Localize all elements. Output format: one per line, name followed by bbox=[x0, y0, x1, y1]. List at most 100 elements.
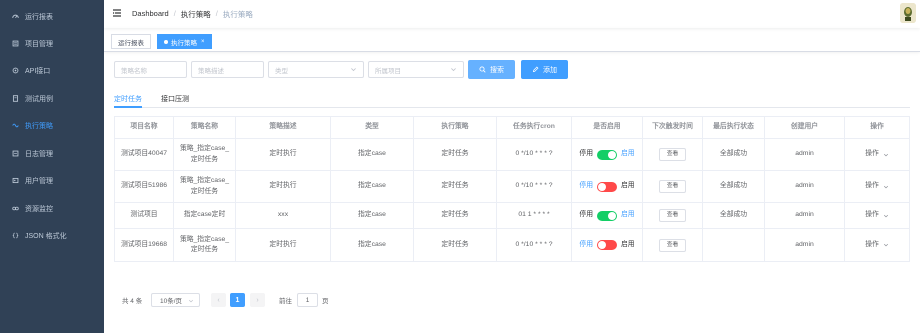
ops-dropdown[interactable]: 操作 bbox=[865, 149, 889, 159]
enable-switch[interactable] bbox=[597, 210, 617, 221]
enable-switch[interactable] bbox=[597, 240, 617, 250]
view-button[interactable]: 查看 bbox=[659, 148, 686, 161]
add-button[interactable]: 添加 bbox=[521, 60, 568, 79]
navbar: Dashboard / 执行策略 / 执行策略 bbox=[104, 0, 920, 28]
header-cell: 最后执行状态 bbox=[703, 117, 765, 138]
testcase-icon bbox=[10, 95, 20, 102]
next-cell: 查看 bbox=[643, 203, 703, 228]
tabs: 定时任务 接口压测 bbox=[114, 92, 910, 108]
enable-switch[interactable] bbox=[597, 181, 617, 192]
enabled-cell: 停用 启用 bbox=[572, 203, 643, 228]
sidebar-item-log[interactable]: 日志管理 bbox=[0, 140, 104, 167]
strategy-desc-input[interactable]: 策略描述 bbox=[191, 61, 264, 78]
user-cell: admin bbox=[765, 229, 845, 261]
switch-on-label: 启用 bbox=[621, 211, 635, 219]
json-icon bbox=[10, 232, 20, 239]
breadcrumb-separator: / bbox=[215, 9, 218, 18]
sidebar-item-report[interactable]: 运行报表 bbox=[0, 3, 104, 30]
sidebar-item-testcase[interactable]: 测试用例 bbox=[0, 85, 104, 112]
view-button[interactable]: 查看 bbox=[659, 209, 686, 222]
strategy-table: 项目名称 策略名称 策略描述 类型 执行策略 任务执行cron 是否启用 下次触… bbox=[114, 116, 910, 262]
view-button[interactable]: 查看 bbox=[659, 180, 686, 193]
enable-switch[interactable] bbox=[597, 149, 617, 160]
sidebar-item-json[interactable]: JSON 格式化 bbox=[0, 222, 104, 249]
placeholder: 策略名称 bbox=[121, 67, 147, 75]
breadcrumb: Dashboard / 执行策略 / 执行策略 bbox=[132, 9, 253, 20]
header-cell: 创建用户 bbox=[765, 117, 845, 138]
ops-dropdown[interactable]: 操作 bbox=[865, 240, 889, 250]
prev-page-button[interactable]: ‹ bbox=[211, 293, 226, 307]
tab-label: 接口压测 bbox=[161, 96, 189, 103]
status-cell bbox=[703, 229, 765, 261]
ops-dropdown[interactable]: 操作 bbox=[865, 181, 889, 191]
desc-cell: 定时执行 bbox=[236, 171, 331, 202]
type-select[interactable]: 类型 bbox=[268, 61, 364, 78]
api-icon bbox=[10, 67, 20, 74]
header-cell: 任务执行cron bbox=[497, 117, 572, 138]
sidebar-item-project[interactable]: 项目管理 bbox=[0, 30, 104, 57]
page-number[interactable]: 1 bbox=[230, 293, 245, 307]
cron-cell: 0 */10 * * * ? bbox=[497, 139, 572, 170]
type-cell: 指定case bbox=[331, 139, 414, 170]
view-button[interactable]: 查看 bbox=[659, 238, 686, 252]
enabled-cell: 停用 启用 bbox=[572, 139, 643, 170]
placeholder: 策略描述 bbox=[198, 67, 224, 75]
sidebar-item-label: 测试用例 bbox=[25, 95, 53, 103]
hamburger-icon[interactable] bbox=[112, 8, 122, 18]
switch-on-label: 启用 bbox=[621, 240, 635, 248]
page-size-select[interactable]: 10条/页 bbox=[151, 293, 200, 307]
goto-page-input[interactable]: 1 bbox=[297, 293, 318, 307]
sidebar-item-user[interactable]: 用户管理 bbox=[0, 167, 104, 194]
avatar[interactable] bbox=[900, 3, 916, 23]
chevron-down-icon bbox=[883, 214, 888, 217]
tag-label: 执行策略 bbox=[171, 39, 197, 47]
edit-icon bbox=[532, 66, 539, 73]
project-cell: 测试项目51986 bbox=[114, 171, 174, 202]
cron-cell: 01 1 * * * * bbox=[497, 203, 572, 228]
project-icon bbox=[10, 40, 20, 47]
tab-scheduled[interactable]: 定时任务 bbox=[114, 94, 142, 104]
sidebar-item-api[interactable]: API接口 bbox=[0, 57, 104, 84]
tag-strategy[interactable]: 执行策略 × bbox=[157, 34, 212, 49]
sidebar-item-strategy[interactable]: 执行策略 bbox=[0, 112, 104, 139]
tag-label: 运行报表 bbox=[118, 39, 144, 47]
strategy-name-input[interactable]: 策略名称 bbox=[114, 61, 187, 78]
switch-off-label: 停用 bbox=[579, 240, 593, 248]
strategy-cell: 定时任务 bbox=[414, 171, 497, 202]
tag-report[interactable]: 运行报表 bbox=[111, 34, 151, 49]
strategy-cell: 定时任务 bbox=[414, 139, 497, 170]
status-cell: 全部成功 bbox=[703, 139, 765, 170]
ops-dropdown[interactable]: 操作 bbox=[865, 210, 889, 220]
add-label: 添加 bbox=[543, 66, 557, 74]
chevron-down-icon bbox=[188, 299, 194, 303]
sidebar: 运行报表 项目管理 API接口 测试用例 执行策略 日志管理 用户管理 资源监控… bbox=[0, 0, 104, 333]
next-cell: 查看 bbox=[643, 171, 703, 202]
project-select[interactable]: 所属项目 bbox=[368, 61, 464, 78]
next-cell: 查看 bbox=[643, 229, 703, 261]
ops-label: 操作 bbox=[865, 240, 879, 248]
desc-cell: 定时执行 bbox=[236, 139, 331, 170]
next-page-button[interactable]: › bbox=[250, 293, 265, 307]
table-row: 测试项目 指定case定时 xxx 指定case 定时任务 01 1 * * *… bbox=[114, 203, 910, 229]
table-header: 项目名称 策略名称 策略描述 类型 执行策略 任务执行cron 是否启用 下次触… bbox=[114, 117, 910, 139]
header-cell: 是否启用 bbox=[572, 117, 643, 138]
pagination-total: 共 4 条 bbox=[122, 298, 143, 305]
header-cell: 下次触发时间 bbox=[643, 117, 703, 138]
header-cell: 执行策略 bbox=[414, 117, 497, 138]
sidebar-item-label: JSON 格式化 bbox=[25, 232, 67, 240]
enabled-cell: 停用 启用 bbox=[572, 171, 643, 202]
switch-on-label: 启用 bbox=[621, 182, 635, 190]
search-label: 搜索 bbox=[490, 66, 504, 74]
user-cell: admin bbox=[765, 203, 845, 228]
breadcrumb-item[interactable]: 执行策略 bbox=[181, 9, 211, 20]
sidebar-item-monitor[interactable]: 资源监控 bbox=[0, 195, 104, 222]
close-icon[interactable]: × bbox=[201, 39, 205, 45]
breadcrumb-item[interactable]: Dashboard bbox=[132, 9, 169, 20]
search-button[interactable]: 搜索 bbox=[468, 60, 515, 79]
ops-cell: 操作 bbox=[845, 171, 910, 202]
tab-stress[interactable]: 接口压测 bbox=[161, 94, 189, 104]
name-cell: 指定case定时 bbox=[174, 203, 236, 228]
search-icon bbox=[479, 66, 486, 73]
breadcrumb-item-current: 执行策略 bbox=[222, 10, 253, 19]
status-cell: 全部成功 bbox=[703, 203, 765, 228]
